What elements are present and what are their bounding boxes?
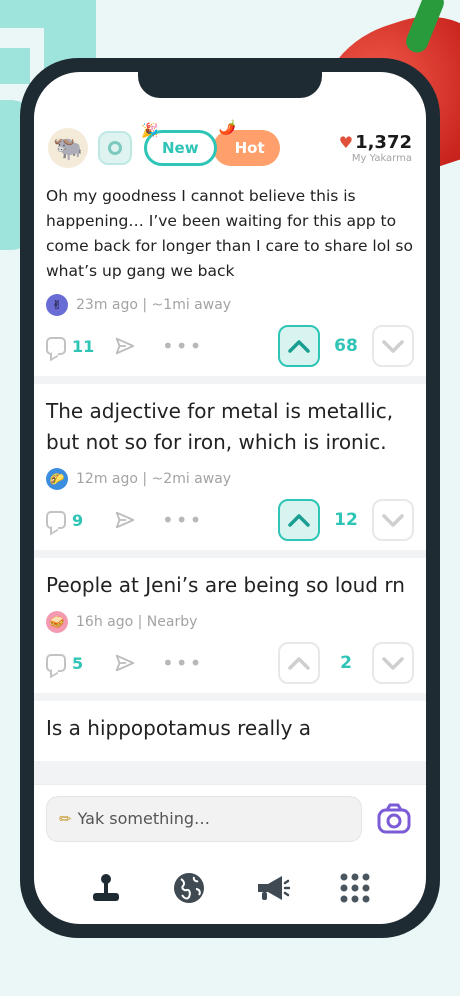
compose-input[interactable]: ✏ Yak something… bbox=[46, 795, 362, 842]
comment-count[interactable]: 5 bbox=[72, 654, 92, 673]
post-meta: 🥪 16h ago | Nearby bbox=[46, 611, 414, 633]
post-meta-text: 12m ago | ~2mi away bbox=[76, 471, 232, 487]
vote-controls: 68 bbox=[278, 325, 414, 367]
yak-logo-icon[interactable]: 🐃 bbox=[48, 128, 88, 168]
upvote-button[interactable] bbox=[278, 325, 320, 367]
feed-header: 🐃 🎉 New 🌶️ Hot ♥ 1,372 My Yakarma bbox=[34, 120, 426, 176]
yakarma-display[interactable]: ♥ 1,372 My Yakarma bbox=[339, 132, 412, 164]
downvote-button[interactable] bbox=[372, 325, 414, 367]
comment-count[interactable]: 11 bbox=[72, 337, 94, 356]
vote-count: 2 bbox=[340, 653, 352, 673]
nav-feed[interactable] bbox=[86, 868, 126, 908]
bg-decoration bbox=[0, 48, 30, 84]
share-icon[interactable] bbox=[114, 652, 136, 674]
upvote-button[interactable] bbox=[278, 499, 320, 541]
phone-notch bbox=[138, 72, 322, 98]
nav-more[interactable] bbox=[335, 868, 375, 908]
share-icon[interactable] bbox=[114, 509, 136, 531]
post-text: People at Jeni’s are being so loud rn bbox=[46, 573, 405, 597]
comment-icon[interactable] bbox=[46, 654, 66, 672]
avatar: ✌ bbox=[46, 294, 68, 316]
compose-bar: ✏ Yak something… bbox=[34, 784, 426, 852]
app-screen: 🐃 🎉 New 🌶️ Hot ♥ 1,372 My Yakarma Oh my … bbox=[34, 72, 426, 924]
post-meta-text: 16h ago | Nearby bbox=[76, 614, 198, 630]
camera-icon[interactable] bbox=[374, 799, 414, 839]
vote-controls: 2 bbox=[278, 642, 414, 684]
post-text: Is a hippopotamus really a bbox=[46, 716, 312, 740]
avatar: 🌮 bbox=[46, 468, 68, 490]
chevron-up-icon bbox=[288, 514, 310, 527]
chili-pepper-icon: 🌶️ bbox=[218, 120, 237, 136]
chevron-down-icon bbox=[382, 340, 404, 353]
chevron-up-icon bbox=[288, 340, 310, 353]
yak-post[interactable]: People at Jeni’s are being so loud rn 🥪 … bbox=[34, 558, 426, 693]
avatar: 🥪 bbox=[46, 611, 68, 633]
upvote-button[interactable] bbox=[278, 642, 320, 684]
comment-icon[interactable] bbox=[46, 337, 66, 355]
toggle-hot-button[interactable]: 🌶️ Hot bbox=[212, 120, 280, 166]
compose-placeholder: Yak something… bbox=[77, 809, 211, 828]
herd-icon[interactable] bbox=[98, 131, 132, 165]
post-actions: 5 ••• 2 bbox=[46, 633, 414, 693]
feed-toggle: 🎉 New 🌶️ Hot bbox=[141, 120, 280, 166]
post-actions: 11 ••• 68 bbox=[46, 316, 414, 376]
vote-count: 68 bbox=[334, 336, 358, 356]
joystick-icon bbox=[92, 874, 119, 901]
post-text: Oh my goodness I cannot believe this is … bbox=[46, 187, 413, 280]
post-actions: 9 ••• 12 bbox=[46, 490, 414, 550]
megaphone-icon bbox=[257, 876, 290, 900]
post-meta: ✌ 23m ago | ~1mi away bbox=[46, 294, 414, 316]
downvote-button[interactable] bbox=[372, 499, 414, 541]
vote-controls: 12 bbox=[278, 499, 414, 541]
toggle-new-button[interactable]: 🎉 New bbox=[141, 123, 217, 166]
nav-explore[interactable] bbox=[169, 868, 209, 908]
more-options-icon[interactable]: ••• bbox=[162, 334, 203, 358]
post-meta: 🌮 12m ago | ~2mi away bbox=[46, 468, 414, 490]
yak-post[interactable]: Is a hippopotamus really a bbox=[34, 701, 426, 761]
party-popper-icon: 🎉 bbox=[141, 123, 159, 139]
more-options-icon[interactable]: ••• bbox=[162, 651, 203, 675]
chevron-up-icon bbox=[288, 657, 310, 670]
share-icon[interactable] bbox=[114, 335, 136, 357]
vote-count: 12 bbox=[334, 510, 358, 530]
post-meta-text: 23m ago | ~1mi away bbox=[76, 297, 232, 313]
heart-icon: ♥ bbox=[338, 133, 354, 152]
post-text: The adjective for metal is metallic, but… bbox=[46, 399, 394, 454]
more-options-icon[interactable]: ••• bbox=[162, 508, 203, 532]
comment-count[interactable]: 9 bbox=[72, 511, 92, 530]
phone-frame: 🐃 🎉 New 🌶️ Hot ♥ 1,372 My Yakarma Oh my … bbox=[20, 58, 440, 938]
chevron-down-icon bbox=[382, 514, 404, 527]
grid-icon bbox=[340, 873, 369, 903]
globe-icon bbox=[173, 873, 204, 903]
yak-post[interactable]: Oh my goodness I cannot believe this is … bbox=[34, 180, 426, 376]
comment-icon[interactable] bbox=[46, 511, 66, 529]
downvote-button[interactable] bbox=[372, 642, 414, 684]
toggle-new-label: New bbox=[162, 139, 199, 157]
yak-post[interactable]: The adjective for metal is metallic, but… bbox=[34, 384, 426, 550]
yakarma-label: My Yakarma bbox=[351, 153, 412, 164]
pencil-icon: ✏ bbox=[59, 809, 72, 828]
yakarma-value: 1,372 bbox=[355, 132, 412, 153]
chevron-down-icon bbox=[382, 657, 404, 670]
yak-feed[interactable]: Oh my goodness I cannot believe this is … bbox=[34, 180, 426, 784]
nav-notifications[interactable] bbox=[252, 868, 292, 908]
bottom-nav bbox=[34, 852, 426, 924]
toggle-hot-label: Hot bbox=[234, 139, 265, 157]
